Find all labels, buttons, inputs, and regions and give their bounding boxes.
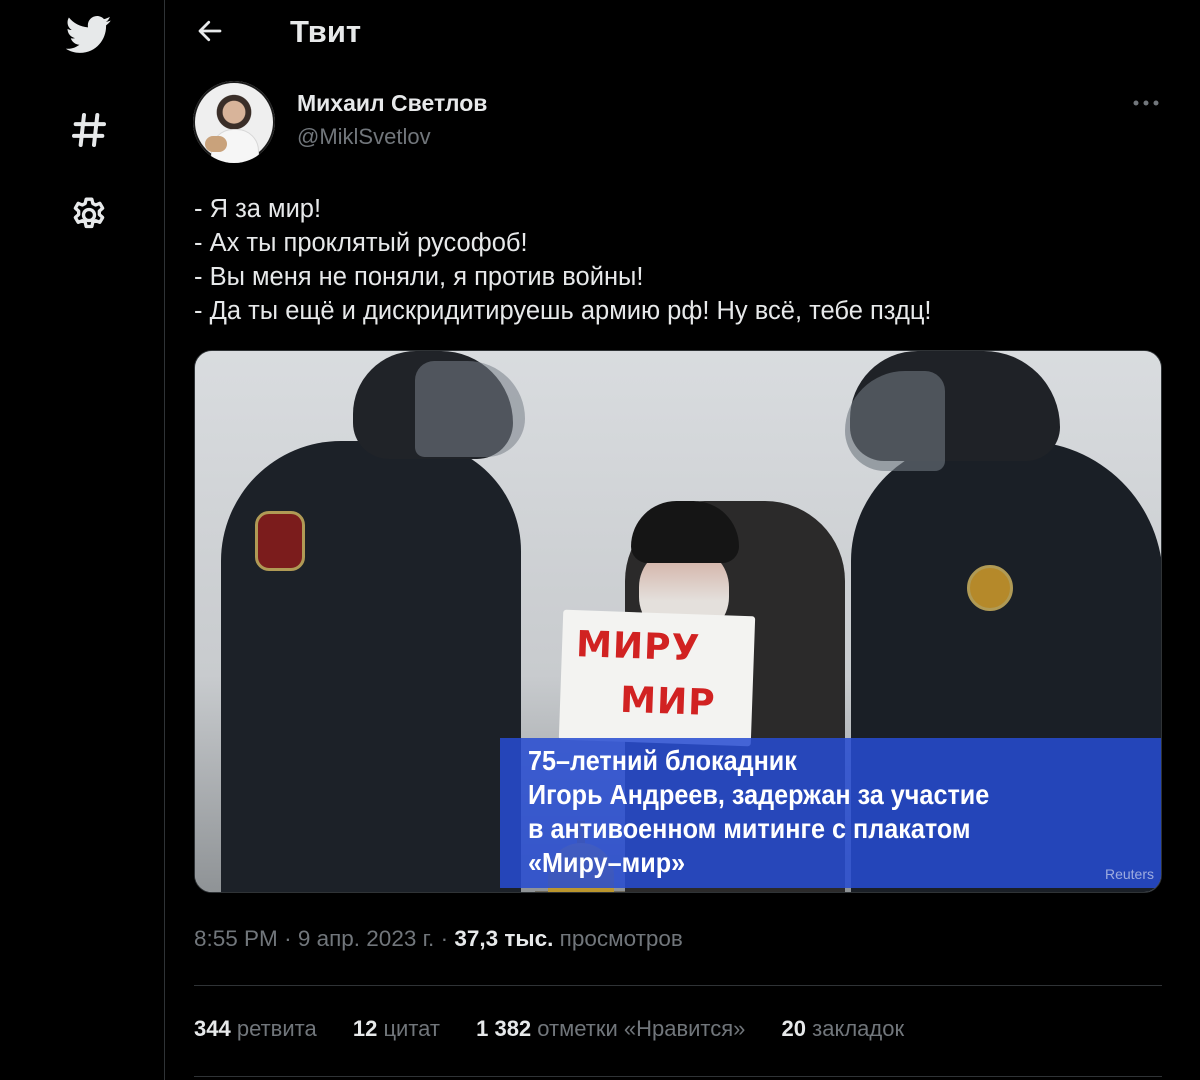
stat-label: ретвита <box>236 1016 317 1041</box>
twitter-bird-icon[interactable] <box>62 8 116 62</box>
more-dots-icon <box>1132 94 1160 112</box>
caption-line: Игорь Андреев, задержан за участие <box>528 779 990 810</box>
sign-line: МИР <box>619 679 717 725</box>
caption-line: «Миру–мир» <box>528 847 686 878</box>
bookmarks-stat[interactable]: 20 закладок <box>782 1016 905 1042</box>
police-badge-right <box>967 565 1013 611</box>
header: Твит <box>166 0 1176 66</box>
tweet-date[interactable]: 9 апр. 2023 г. <box>298 926 435 951</box>
tweet-detail: Твит Михаил Светлов @MiklSvetlov - Я за … <box>166 0 1176 1080</box>
stat-number: 344 <box>194 1016 231 1041</box>
tweet-photo[interactable]: МИРУ МИР 75–летний блокадник Игорь Андре… <box>194 350 1162 893</box>
sidebar <box>0 0 165 1080</box>
quotes-stat[interactable]: 12 цитат <box>353 1016 440 1042</box>
gear-icon[interactable] <box>62 188 116 242</box>
photo-watermark: Reuters <box>1104 866 1154 882</box>
photo-caption: 75–летний блокадник Игорь Андреев, задер… <box>528 744 989 880</box>
author-handle[interactable]: @MiklSvetlov <box>297 124 431 150</box>
page-title: Твит <box>290 14 362 49</box>
tweet-text: - Я за мир! - Ах ты проклятый русофоб! -… <box>194 192 932 328</box>
police-patch-left <box>255 511 305 571</box>
tweet-line: - Я за мир! <box>194 195 322 223</box>
tweet-line: - Вы меня не поняли, я против войны! <box>194 263 644 291</box>
tweet-time[interactable]: 8:55 PM <box>194 926 278 951</box>
views-count: 37,3 тыс. <box>454 926 554 951</box>
stat-label: цитат <box>383 1016 440 1041</box>
tweet-line: - Ах ты проклятый русофоб! <box>194 229 528 257</box>
officer-left <box>221 441 521 892</box>
author-name[interactable]: Михаил Светлов <box>297 90 487 117</box>
caption-line: в антивоенном митинге с плакатом <box>528 813 971 844</box>
sign-line: МИРУ <box>575 624 701 670</box>
more-button[interactable] <box>1126 88 1166 118</box>
likes-stat[interactable]: 1 382 отметки «Нравится» <box>476 1016 745 1042</box>
hashtag-icon[interactable] <box>62 103 116 157</box>
back-button[interactable] <box>188 11 232 55</box>
divider <box>194 985 1162 986</box>
stat-number: 20 <box>781 1016 807 1041</box>
stat-number: 12 <box>352 1016 378 1041</box>
tweet-line: - Да ты ещё и дискридитируешь армию рф! … <box>194 297 932 325</box>
tweet-meta: 8:55 PM · 9 апр. 2023 г. · 37,3 тыс. про… <box>194 926 683 952</box>
retweets-stat[interactable]: 344 ретвита <box>194 1016 317 1042</box>
divider <box>194 1076 1162 1077</box>
meta-separator: · <box>440 926 455 951</box>
stat-label: закладок <box>812 1016 905 1041</box>
caption-line: 75–летний блокадник <box>528 745 797 776</box>
stat-number: 1 382 <box>476 1016 532 1041</box>
photo-caption-box: 75–летний блокадник Игорь Андреев, задер… <box>500 738 1161 888</box>
protest-sign: МИРУ МИР <box>558 609 756 747</box>
tweet-stats: 344 ретвита 12 цитат 1 382 отметки «Нрав… <box>194 1016 934 1042</box>
avatar[interactable] <box>193 81 275 163</box>
arrow-left-icon <box>195 16 225 51</box>
meta-separator: · <box>284 926 298 951</box>
views-label: просмотров <box>559 926 683 951</box>
stat-label: отметки «Нравится» <box>537 1016 746 1041</box>
